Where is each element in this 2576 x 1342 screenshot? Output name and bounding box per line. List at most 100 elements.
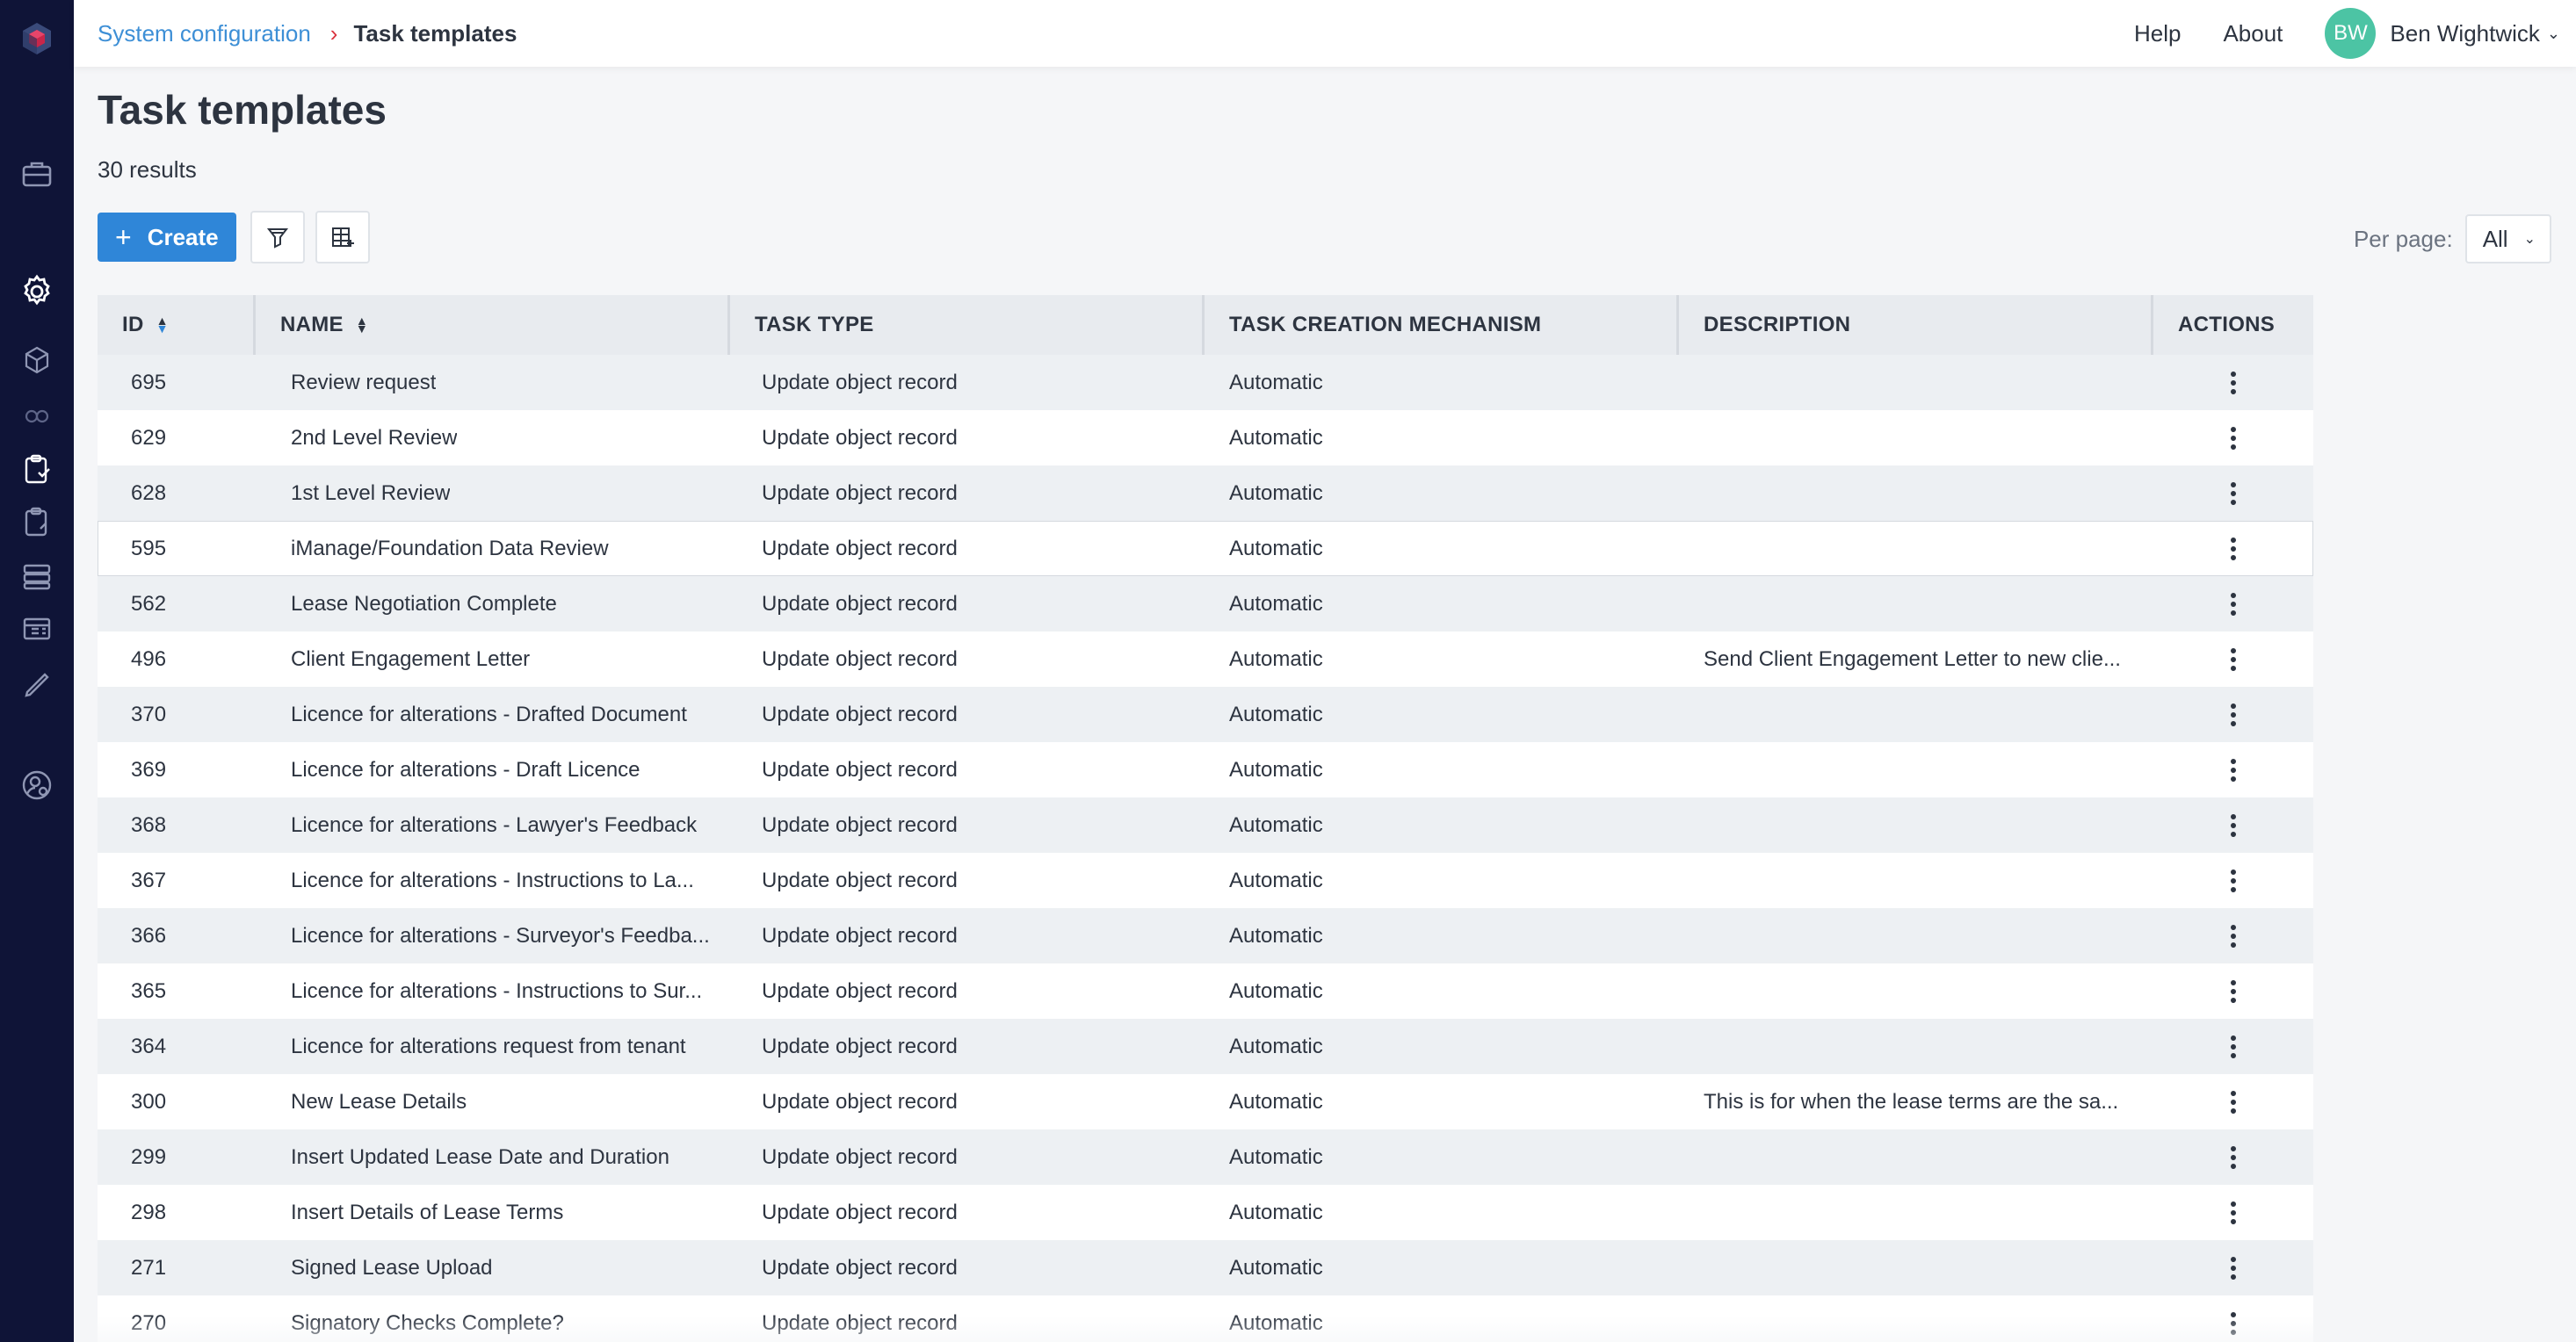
name-cell: Licence for alterations - Instructions t… bbox=[291, 978, 703, 1003]
table-row[interactable]: 299 Insert Updated Lease Date and Duratio… bbox=[98, 1129, 2313, 1185]
name-cell: iManage/Foundation Data Review bbox=[291, 536, 609, 560]
cube-icon[interactable] bbox=[18, 341, 56, 379]
more-actions-icon[interactable] bbox=[2220, 697, 2247, 732]
mechanism-cell: Automatic bbox=[1229, 1034, 1323, 1058]
table-row[interactable]: 628 1st Level Review Update object record A… bbox=[98, 465, 2313, 521]
task-type-cell: Update object record bbox=[762, 1144, 958, 1169]
per-page-select[interactable]: All ⌄ bbox=[2464, 214, 2551, 263]
pen-icon[interactable] bbox=[18, 664, 56, 703]
table-row[interactable]: 298 Insert Details of Lease Terms Update o… bbox=[98, 1185, 2313, 1240]
mechanism-cell: Automatic bbox=[1229, 868, 1323, 892]
breadcrumb-parent-link[interactable]: System configuration bbox=[98, 20, 311, 47]
task-type-cell: Update object record bbox=[762, 757, 958, 782]
name-cell: Review request bbox=[291, 370, 437, 394]
about-link[interactable]: About bbox=[2223, 20, 2283, 47]
task-type-cell: Update object record bbox=[762, 480, 958, 505]
user-menu[interactable]: BW Ben Wightwick ⌄ bbox=[2325, 8, 2560, 59]
task-templates-table: ID ▲ ▼ NAME ▲ ▼ TASK TYPE TASK CREATION ME… bbox=[98, 295, 2313, 1342]
table-row[interactable]: 595 iManage/Foundation Data Review Update … bbox=[98, 521, 2313, 576]
more-actions-icon[interactable] bbox=[2220, 808, 2247, 843]
table-row[interactable]: 364 Licence for alterations request from … bbox=[98, 1019, 2313, 1074]
table-icon[interactable] bbox=[18, 610, 56, 648]
table-row[interactable]: 270 Signatory Checks Complete? Update obje… bbox=[98, 1295, 2313, 1342]
id-cell: 366 bbox=[131, 923, 167, 948]
name-cell: Licence for alterations - Draft Licence bbox=[291, 757, 640, 782]
more-actions-icon[interactable] bbox=[2220, 753, 2247, 788]
more-actions-icon[interactable] bbox=[2220, 1085, 2247, 1120]
more-actions-icon[interactable] bbox=[2220, 421, 2247, 456]
help-link[interactable]: Help bbox=[2134, 20, 2181, 47]
mechanism-cell: Automatic bbox=[1229, 536, 1323, 560]
more-actions-icon[interactable] bbox=[2220, 642, 2247, 677]
more-actions-icon[interactable] bbox=[2220, 531, 2247, 566]
more-actions-icon[interactable] bbox=[2220, 1306, 2247, 1341]
mechanism-cell: Automatic bbox=[1229, 480, 1323, 505]
more-actions-icon[interactable] bbox=[2220, 1029, 2247, 1064]
more-actions-icon[interactable] bbox=[2220, 863, 2247, 898]
more-actions-icon[interactable] bbox=[2220, 1195, 2247, 1230]
id-cell: 364 bbox=[131, 1034, 167, 1058]
briefcase-icon[interactable] bbox=[18, 155, 56, 193]
actions-cell bbox=[2153, 576, 2313, 631]
description-cell bbox=[1679, 1185, 2153, 1240]
task-type-cell: Update object record bbox=[762, 868, 958, 892]
name-cell: Signed Lease Upload bbox=[291, 1255, 493, 1280]
create-button[interactable]: + Create bbox=[98, 213, 236, 262]
sort-icon[interactable]: ▲ ▼ bbox=[156, 314, 169, 335]
name-cell: Licence for alterations - Drafted Docume… bbox=[291, 702, 687, 726]
table-row[interactable]: 300 New Lease Details Update object record… bbox=[98, 1074, 2313, 1129]
column-header-actions: ACTIONS bbox=[2178, 313, 2276, 336]
name-cell: Licence for alterations - Lawyer's Feedb… bbox=[291, 812, 698, 837]
sort-icon[interactable]: ▲ ▼ bbox=[356, 314, 368, 335]
actions-cell bbox=[2153, 1240, 2313, 1295]
table-row[interactable]: 366 Licence for alterations - Surveyor's … bbox=[98, 908, 2313, 963]
more-actions-icon[interactable] bbox=[2220, 1140, 2247, 1175]
mechanism-cell: Automatic bbox=[1229, 1144, 1323, 1169]
more-actions-icon[interactable] bbox=[2220, 587, 2247, 622]
name-cell: 2nd Level Review bbox=[291, 425, 458, 450]
column-header-id[interactable]: ID ▲ ▼ bbox=[98, 295, 256, 355]
side-nav bbox=[0, 0, 74, 1342]
clipboard-task-icon[interactable] bbox=[18, 450, 56, 488]
task-type-cell: Update object record bbox=[762, 646, 958, 671]
column-header-name[interactable]: NAME ▲ ▼ bbox=[256, 295, 730, 355]
id-cell: 365 bbox=[131, 978, 167, 1003]
table-row[interactable]: 368 Licence for alterations - Lawyer's Fe… bbox=[98, 797, 2313, 853]
app-logo-icon[interactable] bbox=[18, 19, 56, 58]
add-column-button[interactable] bbox=[315, 211, 370, 263]
more-actions-icon[interactable] bbox=[2220, 365, 2247, 400]
table-row[interactable]: 369 Licence for alterations - Draft Licen… bbox=[98, 742, 2313, 797]
mechanism-cell: Automatic bbox=[1229, 591, 1323, 616]
table-row[interactable]: 695 Review request Update object record Aut… bbox=[98, 355, 2313, 410]
server-stack-icon[interactable] bbox=[18, 557, 56, 595]
name-cell: New Lease Details bbox=[291, 1089, 467, 1114]
filter-button[interactable] bbox=[250, 211, 305, 263]
name-cell: Client Engagement Letter bbox=[291, 646, 531, 671]
settings-gear-icon[interactable] bbox=[18, 272, 56, 311]
clipboard-icon[interactable] bbox=[18, 502, 56, 541]
create-button-label: Create bbox=[147, 223, 219, 250]
more-actions-icon[interactable] bbox=[2220, 1251, 2247, 1286]
table-row[interactable]: 370 Licence for alterations - Drafted Doc… bbox=[98, 687, 2313, 742]
id-cell: 298 bbox=[131, 1200, 167, 1224]
table-row[interactable]: 365 Licence for alterations - Instruction… bbox=[98, 963, 2313, 1019]
name-cell: Licence for alterations request from ten… bbox=[291, 1034, 686, 1058]
avatar: BW bbox=[2325, 8, 2377, 59]
actions-cell bbox=[2153, 963, 2313, 1019]
more-actions-icon[interactable] bbox=[2220, 974, 2247, 1009]
actions-cell bbox=[2153, 742, 2313, 797]
link-icon[interactable] bbox=[18, 395, 56, 434]
plus-icon: + bbox=[115, 220, 132, 253]
user-settings-icon[interactable] bbox=[18, 766, 56, 804]
id-cell: 496 bbox=[131, 646, 167, 671]
actions-cell bbox=[2153, 355, 2313, 410]
table-row[interactable]: 271 Signed Lease Upload Update object reco… bbox=[98, 1240, 2313, 1295]
more-actions-icon[interactable] bbox=[2220, 476, 2247, 511]
table-row[interactable]: 496 Client Engagement Letter Update object… bbox=[98, 631, 2313, 687]
table-row[interactable]: 367 Licence for alterations - Instruction… bbox=[98, 853, 2313, 908]
id-cell: 629 bbox=[131, 425, 167, 450]
table-row[interactable]: 562 Lease Negotiation Complete Update obje… bbox=[98, 576, 2313, 631]
chevron-down-icon: ⌄ bbox=[2523, 232, 2536, 247]
table-row[interactable]: 629 2nd Level Review Update object record A… bbox=[98, 410, 2313, 465]
more-actions-icon[interactable] bbox=[2220, 919, 2247, 954]
